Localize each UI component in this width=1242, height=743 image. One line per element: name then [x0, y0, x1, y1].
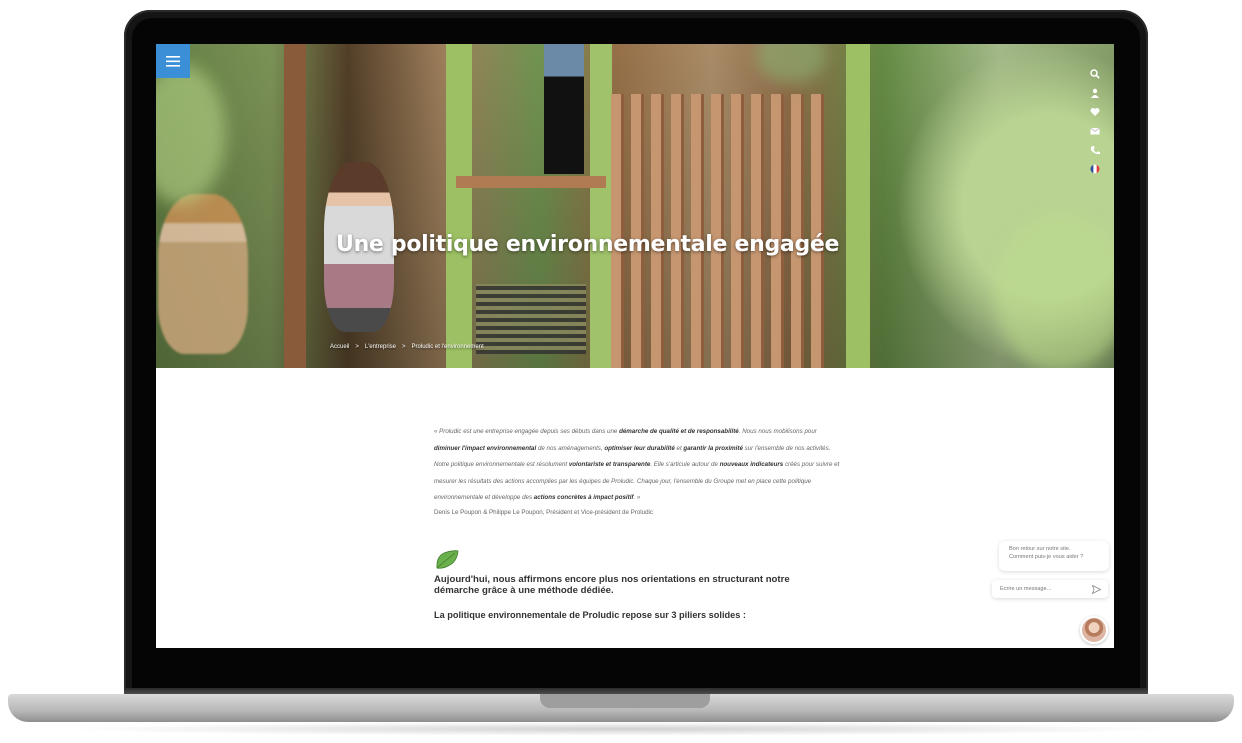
quote-text: de nos aménagements, [536, 444, 605, 452]
fence-slat [651, 94, 664, 368]
chat-greeting-bubble: Bon retour sur notre site. Comment puis-… [999, 541, 1109, 571]
hamburger-icon [166, 55, 180, 67]
heart-icon[interactable] [1090, 104, 1100, 116]
quote-highlight: actions concrètes à impact positif [533, 494, 634, 501]
abacus-panel [476, 284, 586, 354]
fence-slat [711, 94, 724, 368]
breadcrumb-item-home[interactable]: Accueil [330, 344, 349, 350]
green-post [446, 44, 472, 368]
foliage-blur [756, 44, 826, 84]
quote-highlight: nouveaux indicateurs [719, 461, 784, 468]
search-icon[interactable] [1090, 66, 1100, 79]
person-legs [544, 44, 584, 174]
france-flag-icon[interactable] [1090, 161, 1100, 174]
fence-slat [771, 94, 784, 368]
mail-icon[interactable] [1090, 123, 1100, 135]
leaf-icon [436, 550, 459, 569]
fence-slat [671, 94, 684, 368]
fence-slat [731, 94, 744, 368]
quote-text: « Proludic est une entreprise engagée de… [434, 428, 620, 435]
fence-slat [791, 94, 804, 368]
quote-signature: Denis Le Poupon & Philippe Le Poupon, Pr… [434, 508, 653, 516]
breadcrumb-separator: > [402, 344, 406, 350]
green-post [590, 44, 612, 368]
green-post [846, 44, 870, 368]
section-headline: Aujourd'hui, nous affirmons encore plus … [434, 574, 790, 596]
laptop-shadow [60, 722, 1180, 736]
side-toolbar [1090, 66, 1100, 174]
chat-greeting-line: Bon retour sur notre site. [1009, 546, 1071, 552]
quote-text: . Elle s'articule autour de [650, 461, 720, 468]
quote-text: . Nous nous mobilisons pour [738, 428, 817, 435]
intro-quote: « Proludic est une entreprise engagée de… [434, 424, 844, 507]
child-left [158, 194, 248, 354]
quote-highlight: diminuer l'impact environnemental [434, 444, 537, 452]
chat-agent-avatar[interactable] [1080, 616, 1108, 644]
fence-slat [611, 94, 624, 368]
foliage-blur [996, 214, 1114, 368]
quote-highlight: garantir la proximité [683, 444, 743, 452]
phone-icon[interactable] [1090, 142, 1100, 155]
foliage-blur [156, 64, 226, 204]
quote-highlight: volontariste et transparente [568, 461, 651, 468]
intro-quote-section: « Proludic est une entreprise engagée de… [434, 424, 844, 519]
fence-slat [811, 94, 824, 368]
quote-highlight: optimiser leur durabilité [604, 444, 675, 452]
user-icon[interactable] [1090, 85, 1100, 98]
fence-slat [631, 94, 644, 368]
menu-button[interactable] [156, 44, 190, 78]
browser-screen: Une politique environnementale engagée A… [156, 44, 1114, 648]
platform [456, 176, 606, 188]
breadcrumb: Accueil > L'entreprise > Proludic et l'e… [330, 344, 484, 350]
chat-input-box [992, 580, 1108, 598]
page-title: Une politique environnementale engagée [336, 232, 840, 257]
hero-banner: Une politique environnementale engagée A… [156, 44, 1114, 368]
laptop-notch [540, 694, 710, 708]
fence-slat [751, 94, 764, 368]
breadcrumb-item-company[interactable]: L'entreprise [365, 344, 396, 350]
quote-highlight: démarche de qualité et de responsabilité [619, 428, 739, 435]
fence-slat [691, 94, 704, 368]
send-icon[interactable] [1088, 581, 1104, 597]
wood-post [284, 44, 306, 368]
breadcrumb-separator: > [355, 344, 359, 350]
section-subheading: La politique environnementale de Proludi… [434, 610, 746, 620]
chat-greeting-line: Comment puis-je vous aider ? [1009, 554, 1084, 560]
chat-message-input[interactable] [998, 585, 1088, 593]
breadcrumb-item-current: Proludic et l'environnement [411, 344, 484, 350]
quote-text: . » [633, 494, 641, 501]
